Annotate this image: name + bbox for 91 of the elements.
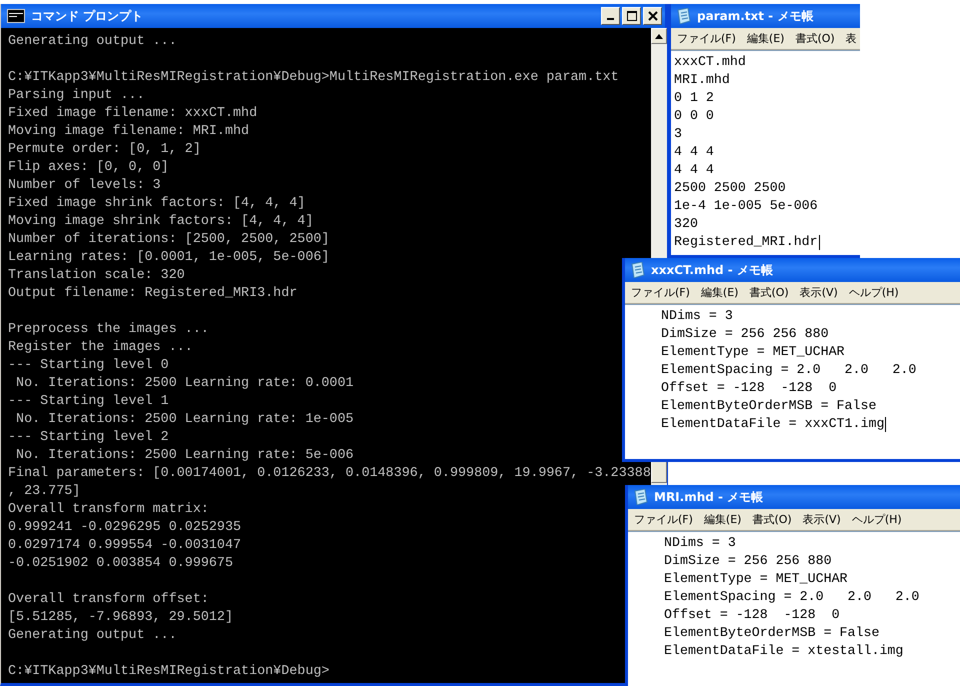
menu-item[interactable]: ファイル(F) [634, 512, 693, 527]
console-line: [5.51285, -7.96893, 29.5012] [8, 609, 233, 627]
text-line: NDims = 3 [664, 534, 736, 552]
text-area[interactable]: NDims = 3 DimSize = 256 256 880 ElementType = MET_UCHAR ElementSpacing = 2.0 2.0 2.0 Offset = -128 -128 0 ElementByteOrderMSB = False ElementDataFile = xtestall.img [628, 531, 960, 686]
close-icon [648, 11, 658, 21]
console-line: --- Starting level 2 [8, 429, 169, 447]
text-line: Offset = -128 -128 0 [664, 606, 840, 624]
console-line: Permute order: [0, 1, 2] [8, 141, 201, 159]
menu-item[interactable]: 編集(E) [704, 512, 742, 527]
minimize-icon [607, 18, 614, 20]
text-line: 1e-4 1e-005 5e-006 [674, 197, 818, 215]
text-area[interactable]: xxxCT.mhd MRI.mhd 0 1 2 0 0 0 3 4 4 4 4 4 4 2500 2500 2500 1e-4 1e-005 5e-006 320 Registered_MRI.hdr [671, 50, 860, 255]
console-line: Generating output ... [8, 33, 177, 51]
window-title: param.txt - メモ帳 [697, 8, 814, 24]
console-line: C:¥ITKapp3¥MultiResMIRegistration¥Debug>MultiResMIRegistration.exe param.txt [8, 69, 619, 87]
console-line: -0.0251902 0.003854 0.999675 [8, 555, 233, 573]
menu-item[interactable]: 表示(V) [800, 285, 838, 300]
console-line: Moving image filename: MRI.mhd [8, 123, 250, 141]
console-line: Fixed image shrink factors: [4, 4, 4] [8, 195, 306, 213]
menu-item[interactable]: 編集(E) [746, 31, 784, 46]
console-line: Flip axes: [0, 0, 0] [8, 159, 169, 177]
menu-item[interactable]: 書式(O) [752, 512, 792, 527]
text-line: 4 4 4 [674, 143, 714, 161]
console-line: C:¥ITKapp3¥MultiResMIRegistration¥Debug> [8, 663, 330, 681]
console-line: No. Iterations: 2500 Learning rate: 1e-005 [15, 411, 354, 429]
text-line: ElementByteOrderMSB = False [661, 397, 876, 415]
notepad-icon [677, 8, 691, 24]
menu-item[interactable]: 編集(E) [700, 285, 738, 300]
menu-item[interactable]: ファイル(F) [677, 31, 736, 46]
menu-item[interactable]: 表示(V) [802, 512, 841, 527]
console-line: Fixed image filename: xxxCT.mhd [8, 105, 258, 123]
console-line: No. Iterations: 2500 Learning rate: 0.0001 [15, 375, 354, 393]
text-line: 320 [674, 215, 698, 233]
console-line: 0.999241 -0.0296295 0.0252935 [8, 519, 242, 537]
scroll-up-button[interactable] [650, 28, 667, 44]
text-line: ElementType = MET_UCHAR [661, 343, 845, 361]
window-title: MRI.mhd - メモ帳 [654, 488, 764, 506]
window-title: コマンド プロンプト [31, 8, 144, 24]
console-line: Output filename: Registered_MRI3.hdr [8, 285, 298, 303]
maximize-button[interactable] [622, 7, 641, 25]
console-icon [7, 9, 25, 23]
console-line: Generating output ... [8, 627, 177, 645]
scroll-thumb[interactable] [650, 461, 667, 483]
text-line: ElementType = MET_UCHAR [664, 570, 848, 588]
console-line: Learning rates: [0.0001, 1e-005, 5e-006] [8, 249, 330, 267]
console-line: Register the images ... [8, 339, 193, 357]
console-line: Preprocess the images ... [8, 321, 209, 339]
text-line: ElementSpacing = 2.0 2.0 2.0 [661, 361, 916, 379]
notepad-icon [634, 489, 648, 505]
text-area[interactable]: NDims = 3 DimSize = 256 256 880 ElementType = MET_UCHAR ElementSpacing = 2.0 2.0 2.0 Offset = -128 -128 0 ElementByteOrderMSB = False ElementDataFile = xxxCT1.img [625, 304, 960, 459]
text-line: NDims = 3 [661, 307, 733, 325]
menu-item[interactable]: 書式(O) [749, 285, 789, 300]
minimize-button[interactable] [601, 7, 620, 25]
text-line: ElementByteOrderMSB = False [664, 624, 880, 642]
up-arrow-icon [654, 34, 663, 38]
text-line: ElementDataFile = xxxCT1.img [661, 415, 886, 433]
notepad-icon [631, 262, 645, 278]
text-line: 2500 2500 2500 [674, 179, 786, 197]
console-line: Overall transform matrix: [8, 501, 209, 519]
text-line: Registered_MRI.hdr [674, 233, 820, 251]
text-line: 4 4 4 [674, 161, 714, 179]
menu-item[interactable]: ファイル(F) [631, 285, 690, 300]
console-line: Final parameters: [0.00174001, 0.0126233, 0.0148396, 0.999809, 19.9967, -3.23388 [8, 465, 651, 483]
text-line: 0 0 0 [674, 107, 714, 125]
menu-item[interactable]: ヘルプ(H) [848, 285, 899, 300]
text-line: 0 1 2 [674, 89, 714, 107]
text-line: Offset = -128 -128 0 [661, 379, 837, 397]
text-line: ElementSpacing = 2.0 2.0 2.0 [664, 588, 920, 606]
console-line: --- Starting level 0 [8, 357, 169, 375]
console-line: 0.0297174 0.999554 -0.0031047 [8, 537, 242, 555]
console-line: Number of iterations: [2500, 2500, 2500] [8, 231, 330, 249]
text-line: xxxCT.mhd [674, 53, 746, 71]
console-line: Overall transform offset: [8, 591, 209, 609]
menu-item[interactable]: ヘルプ(H) [852, 512, 902, 527]
console-line: Parsing input ... [8, 87, 145, 105]
text-line: MRI.mhd [674, 71, 730, 89]
menu-item[interactable]: 書式(O) [795, 31, 835, 46]
window-title: xxxCT.mhd - メモ帳 [651, 262, 773, 278]
console-line: Number of levels: 3 [8, 177, 161, 195]
console-line: Moving image shrink factors: [4, 4, 4] [8, 213, 314, 231]
text-line: DimSize = 256 256 880 [664, 552, 832, 570]
text-line: DimSize = 256 256 880 [661, 325, 829, 343]
text-line: 3 [674, 125, 682, 143]
console-line: , 23.775] [8, 483, 80, 501]
console-line: --- Starting level 1 [8, 393, 169, 411]
console-line: No. Iterations: 2500 Learning rate: 5e-006 [15, 447, 354, 465]
console-line: Translation scale: 320 [8, 267, 185, 285]
maximize-icon [626, 11, 636, 21]
close-button[interactable] [643, 7, 662, 25]
text-line: ElementDataFile = xtestall.img [664, 642, 904, 660]
menu-item[interactable]: 表 [846, 31, 857, 46]
